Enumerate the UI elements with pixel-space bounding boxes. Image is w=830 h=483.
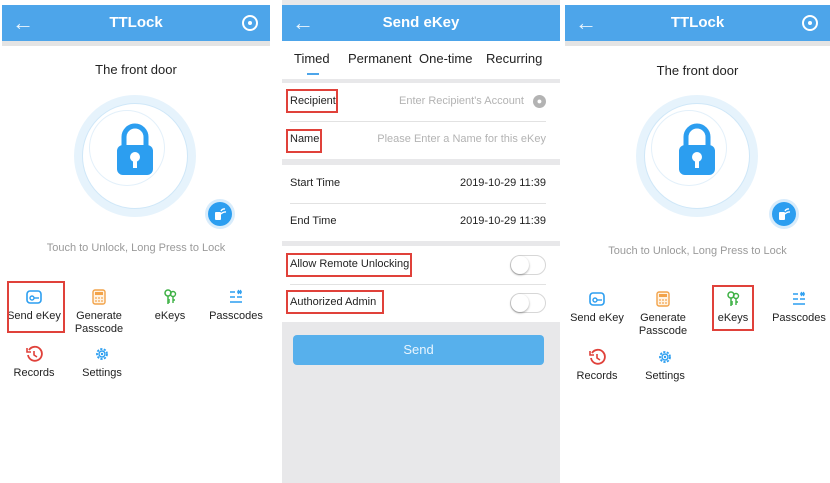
menu-label: Send eKey <box>570 312 624 324</box>
send-button[interactable]: Send <box>293 335 544 365</box>
menu-passcodes[interactable]: Passcodes <box>204 288 268 323</box>
menu-label: Records <box>576 370 618 382</box>
calculator-icon <box>656 291 670 307</box>
unlock-hint: Touch to Unlock, Long Press to Lock <box>608 245 787 257</box>
menu-label: Passcodes <box>772 312 826 324</box>
target-icon[interactable] <box>802 15 818 31</box>
name-row[interactable]: Name Please Enter a Name for this eKey <box>282 121 560 159</box>
menu-records[interactable]: Records <box>2 345 66 380</box>
remote-unlock-icon[interactable] <box>208 202 232 226</box>
highlight-box <box>7 281 65 333</box>
active-tab-indicator <box>307 73 319 75</box>
start-time-label: Start Time <box>290 177 341 189</box>
header-divider <box>2 41 270 46</box>
end-time-value[interactable]: 2019-10-29 11:39 <box>460 215 546 227</box>
menu-send-ekey[interactable]: Send eKey <box>565 290 629 325</box>
unlock-button[interactable] <box>636 95 758 217</box>
start-time-value[interactable]: 2019-10-29 11:39 <box>460 177 546 189</box>
menu-label: Records <box>13 367 55 379</box>
menu-generate-passcode[interactable]: Generate Passcode <box>631 290 695 338</box>
menu-label: Settings <box>645 370 685 382</box>
gear-icon <box>659 351 671 363</box>
header-divider <box>565 41 830 46</box>
highlight-box <box>712 285 754 331</box>
keys-icon <box>164 289 177 304</box>
menu-records[interactable]: Records <box>565 348 629 383</box>
menu-settings[interactable]: Settings <box>633 348 697 383</box>
title-bar: ← TTLock <box>565 5 830 41</box>
history-icon <box>26 345 43 362</box>
menu-label: eKeys <box>154 310 186 322</box>
padlock-icon <box>117 123 153 175</box>
menu-label: Generate Passcode <box>638 312 688 337</box>
unlock-hint: Touch to Unlock, Long Press to Lock <box>46 242 226 254</box>
tab-timed[interactable]: Timed <box>294 51 330 66</box>
passcode-list-icon <box>230 289 242 303</box>
authorized-admin-toggle[interactable] <box>510 293 546 313</box>
title-bar: ← TTLock <box>2 5 270 41</box>
end-time-label: End Time <box>290 215 337 227</box>
end-time-row[interactable]: End Time 2019-10-29 11:39 <box>282 203 560 241</box>
highlight-box-admin <box>286 290 384 314</box>
gear-icon <box>96 348 108 360</box>
menu-label: Passcodes <box>209 310 263 322</box>
ekey-type-tabs: Timed Permanent One-time Recurring <box>282 41 560 79</box>
remote-unlock-icon[interactable] <box>772 202 796 226</box>
tab-permanent[interactable]: Permanent <box>348 51 412 66</box>
start-time-row[interactable]: Start Time 2019-10-29 11:39 <box>282 165 560 203</box>
calculator-icon <box>92 289 106 305</box>
page-title: Send eKey <box>382 14 460 31</box>
highlight-box-name <box>286 129 322 153</box>
tab-recurring[interactable]: Recurring <box>486 51 542 66</box>
time-section: Start Time 2019-10-29 11:39 End Time 201… <box>282 165 560 241</box>
send-ekey-icon <box>589 292 605 306</box>
menu-label: Settings <box>82 367 122 379</box>
highlight-box-recipient <box>286 89 338 113</box>
lock-name: The front door <box>656 63 739 78</box>
page-title: TTLock <box>109 14 163 31</box>
menu-settings[interactable]: Settings <box>70 345 134 380</box>
lock-screen-ekeys-highlight: ← TTLock The front door Touch to Unlock,… <box>565 0 830 483</box>
highlight-box-remote <box>286 253 412 277</box>
remote-unlock-toggle[interactable] <box>510 255 546 275</box>
history-icon <box>589 348 606 365</box>
target-icon[interactable] <box>242 15 258 31</box>
passcode-list-icon <box>793 291 805 305</box>
menu-generate-passcode[interactable]: Generate Passcode <box>67 288 131 336</box>
menu-passcodes[interactable]: Passcodes <box>767 290 830 325</box>
contacts-icon[interactable]: ● <box>533 95 546 108</box>
unlock-button[interactable] <box>74 95 196 217</box>
tab-one-time[interactable]: One-time <box>419 51 472 66</box>
page-title: TTLock <box>670 14 725 31</box>
send-ekey-screen: ← Send eKey Timed Permanent One-time Rec… <box>282 0 560 483</box>
menu-ekeys[interactable]: eKeys <box>138 288 202 323</box>
recipient-input[interactable]: Enter Recipient's Account <box>399 95 524 107</box>
menu-label: Generate Passcode <box>74 310 124 335</box>
padlock-icon <box>679 123 715 175</box>
title-bar: ← Send eKey <box>282 5 560 41</box>
lock-screen-send-ekey-highlight: ← TTLock The front door Touch to Unlock,… <box>2 0 270 483</box>
lock-name: The front door <box>95 62 177 77</box>
name-input[interactable]: Please Enter a Name for this eKey <box>377 133 546 145</box>
